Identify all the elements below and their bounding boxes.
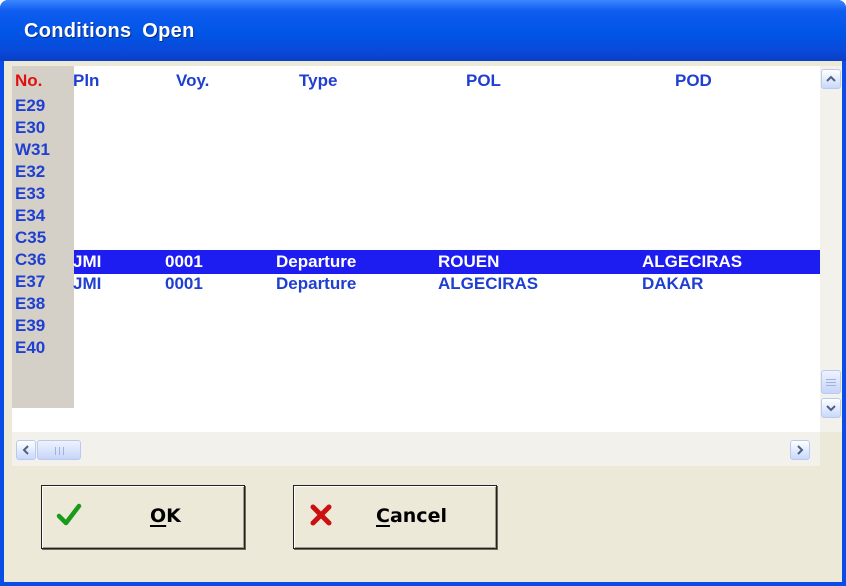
cell-pol[interactable]: ALGECIRAS bbox=[438, 274, 538, 294]
vertical-scroll-thumb[interactable] bbox=[821, 370, 841, 394]
header-pln: Pln bbox=[73, 71, 100, 90]
scroll-up-button[interactable] bbox=[821, 69, 841, 89]
cell-type[interactable]: Departure bbox=[276, 274, 356, 294]
cell-pol[interactable]: ROUEN bbox=[438, 252, 499, 272]
cell-type[interactable]: Departure bbox=[276, 252, 356, 272]
row-number: E33 bbox=[15, 184, 46, 203]
scroll-right-button[interactable] bbox=[790, 440, 810, 460]
row-number: E29 bbox=[15, 96, 46, 115]
cell-pod[interactable]: ALGECIRAS bbox=[642, 252, 742, 272]
cancel-button[interactable]: Cancel bbox=[293, 485, 497, 549]
chevron-left-icon bbox=[22, 445, 29, 455]
cell-pln[interactable]: JMI bbox=[73, 274, 101, 294]
dialog-window: Conditions Open No. Pln Voy. Type POL PO… bbox=[0, 0, 846, 586]
row-number: C36 bbox=[15, 250, 47, 269]
scrollbar-corner bbox=[820, 432, 842, 466]
header-pol: POL bbox=[466, 71, 501, 90]
conditions-list[interactable]: No. Pln Voy. Type POL POD E29 E30 W31 E3… bbox=[12, 66, 820, 432]
row-number: E38 bbox=[15, 294, 46, 313]
title-bar[interactable]: Conditions Open bbox=[0, 0, 846, 61]
window-title: Conditions Open bbox=[24, 20, 195, 42]
row-number: E39 bbox=[15, 316, 46, 335]
ok-button[interactable]: OK bbox=[41, 485, 245, 549]
check-icon bbox=[56, 503, 82, 526]
horizontal-scroll-thumb[interactable] bbox=[37, 440, 81, 460]
cell-voy[interactable]: 0001 bbox=[165, 252, 203, 272]
cell-pln[interactable]: JMI bbox=[73, 252, 101, 272]
row-number: E34 bbox=[15, 206, 46, 225]
chevron-right-icon bbox=[797, 445, 804, 455]
row-number: E37 bbox=[15, 272, 46, 291]
scroll-left-button[interactable] bbox=[16, 440, 36, 460]
row-number: E30 bbox=[15, 118, 46, 137]
row-number: E32 bbox=[15, 162, 46, 181]
horizontal-scrollbar[interactable] bbox=[12, 432, 820, 466]
header-pod: POD bbox=[675, 71, 712, 90]
cell-pod[interactable]: DAKAR bbox=[642, 274, 703, 294]
header-no: No. bbox=[15, 71, 43, 90]
header-type: Type bbox=[299, 71, 338, 90]
vertical-scrollbar[interactable] bbox=[820, 66, 842, 432]
chevron-down-icon bbox=[826, 405, 836, 412]
ok-label: OK bbox=[150, 505, 181, 527]
chevron-up-icon bbox=[826, 75, 836, 82]
row-number: E40 bbox=[15, 338, 46, 357]
header-voy: Voy. bbox=[176, 71, 210, 90]
cancel-label: Cancel bbox=[376, 505, 447, 527]
scroll-down-button[interactable] bbox=[821, 398, 841, 418]
cell-voy[interactable]: 0001 bbox=[165, 274, 203, 294]
row-number: W31 bbox=[15, 140, 50, 159]
x-icon bbox=[310, 504, 332, 526]
row-number: C35 bbox=[15, 228, 47, 247]
